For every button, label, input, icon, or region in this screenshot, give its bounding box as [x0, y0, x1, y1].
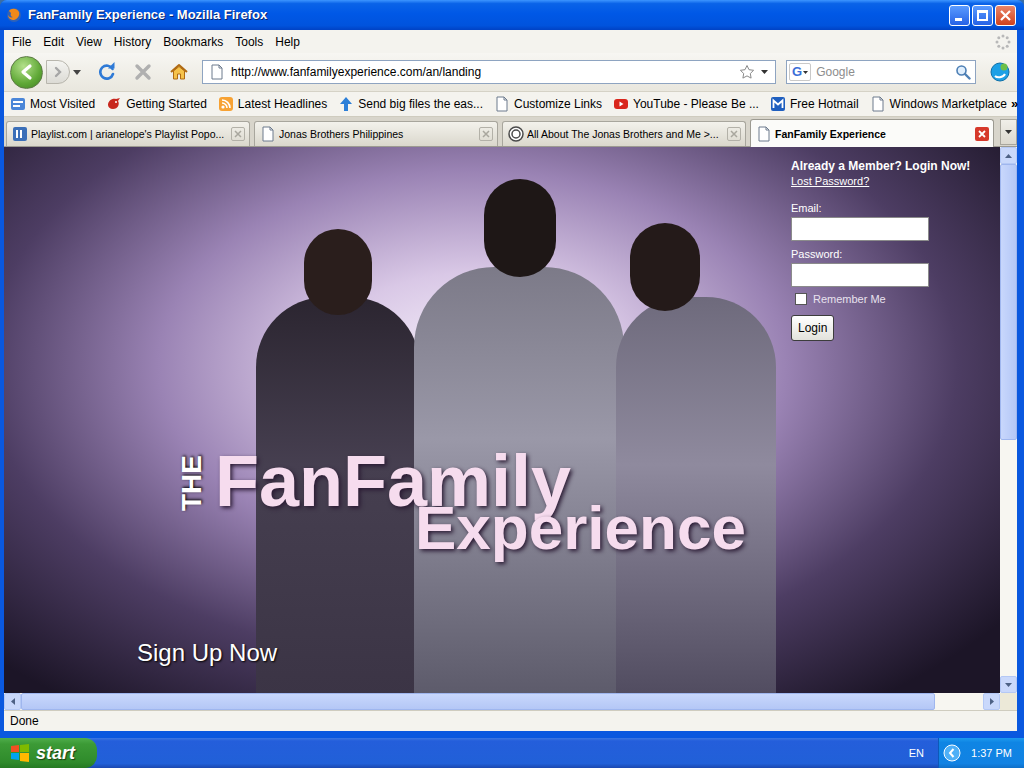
- browser-window: FanFamily Experience - Mozilla Firefox F…: [0, 0, 1024, 738]
- maximize-button[interactable]: [972, 5, 993, 26]
- taskbar: start EN 1:37 PM: [0, 738, 1024, 768]
- menu-item[interactable]: Bookmarks: [157, 33, 229, 51]
- bookmark-icon: [770, 96, 786, 112]
- bookmark-item[interactable]: YouTube - Please Be ...: [609, 94, 763, 114]
- url-input[interactable]: [231, 63, 739, 81]
- vertical-scrollbar[interactable]: [1000, 147, 1017, 693]
- page-icon: [209, 64, 225, 80]
- tab-favicon-icon: [12, 126, 28, 142]
- person-figure: [616, 297, 776, 693]
- logo-subtitle: Experience: [415, 497, 746, 559]
- remember-label[interactable]: Remember Me: [813, 292, 886, 306]
- login-heading: Already a Member? Login Now!: [791, 159, 991, 174]
- bookmark-star-icon[interactable]: [739, 64, 755, 80]
- bookmark-item[interactable]: Getting Started: [102, 94, 211, 114]
- tab-favicon-icon: [260, 126, 276, 142]
- firefox-icon: [6, 7, 22, 23]
- windows-logo-icon: [10, 743, 30, 763]
- tab-close-icon[interactable]: [479, 127, 493, 141]
- bookmark-icon: [613, 96, 629, 112]
- lost-password-link[interactable]: Lost Password?: [791, 174, 991, 188]
- close-button[interactable]: [995, 5, 1016, 26]
- bookmarks-toolbar: Most VisitedGetting StartedLatest Headli…: [4, 92, 1017, 117]
- stop-icon[interactable]: [133, 62, 153, 82]
- signup-link[interactable]: Sign Up Now: [137, 639, 277, 667]
- tab[interactable]: Jonas Brothers Philippines: [254, 121, 498, 146]
- password-input[interactable]: [791, 263, 929, 287]
- reload-icon[interactable]: [97, 62, 117, 82]
- tab-favicon-icon: [756, 126, 772, 142]
- bookmark-icon: [106, 96, 122, 112]
- tab-close-icon[interactable]: [975, 127, 989, 141]
- scroll-down-button[interactable]: [1000, 676, 1017, 693]
- bookmark-icon: [10, 96, 26, 112]
- bookmark-item[interactable]: Most Visited: [6, 94, 99, 114]
- clock[interactable]: 1:37 PM: [971, 746, 1012, 760]
- menu-item[interactable]: Edit: [37, 33, 70, 51]
- minimize-button[interactable]: [949, 5, 970, 26]
- tab-list-button[interactable]: [1000, 119, 1017, 145]
- scroll-right-button[interactable]: [983, 693, 1000, 710]
- throbber-icon: [995, 34, 1011, 50]
- horizontal-scroll-thumb[interactable]: [21, 693, 935, 710]
- horizontal-scrollbar[interactable]: [4, 693, 1017, 710]
- remember-checkbox[interactable]: [795, 293, 807, 305]
- url-dropdown-icon[interactable]: [761, 70, 771, 74]
- tab-favicon-icon: [508, 126, 524, 142]
- vertical-scroll-thumb[interactable]: [1000, 164, 1017, 440]
- bookmark-icon: [870, 96, 886, 112]
- tab-close-icon[interactable]: [231, 127, 245, 141]
- bookmark-item[interactable]: Windows Marketplace: [866, 94, 1011, 114]
- navigation-toolbar: G: [4, 53, 1017, 92]
- bookmark-item[interactable]: Send big files the eas...: [334, 94, 487, 114]
- history-dropdown-icon[interactable]: [73, 67, 83, 77]
- home-icon[interactable]: [169, 62, 189, 82]
- tab[interactable]: Playlist.com | arianelope's Playlist Pop…: [6, 121, 250, 146]
- title-bar[interactable]: FanFamily Experience - Mozilla Firefox: [0, 0, 1024, 30]
- menu-item[interactable]: View: [70, 33, 108, 51]
- login-button[interactable]: Login: [791, 315, 834, 341]
- bookmark-item[interactable]: Customize Links: [490, 94, 606, 114]
- menu-item[interactable]: Help: [269, 33, 306, 51]
- menu-item[interactable]: File: [6, 33, 37, 51]
- start-button[interactable]: start: [0, 738, 97, 768]
- url-bar[interactable]: [202, 60, 776, 84]
- language-indicator[interactable]: EN: [909, 746, 924, 760]
- forward-button[interactable]: [46, 60, 70, 84]
- search-magnifier-icon[interactable]: [955, 64, 971, 80]
- tab-bar: Playlist.com | arianelope's Playlist Pop…: [4, 117, 1017, 147]
- status-text: Done: [10, 713, 39, 729]
- bookmark-icon: [218, 96, 234, 112]
- tab[interactable]: FanFamily Experience: [750, 119, 994, 147]
- web-page: THE FanFamily Experience Sign Up Now Alr…: [4, 147, 1000, 693]
- search-input[interactable]: [816, 63, 955, 81]
- tab-close-icon[interactable]: [727, 127, 741, 141]
- search-engine-button[interactable]: G: [789, 63, 811, 81]
- email-input[interactable]: [791, 217, 929, 241]
- addon-icon[interactable]: [989, 61, 1011, 83]
- bookmark-icon: [338, 96, 354, 112]
- back-button[interactable]: [10, 56, 43, 89]
- scroll-left-button[interactable]: [4, 693, 21, 710]
- bookmark-item[interactable]: Latest Headlines: [214, 94, 331, 114]
- menu-item[interactable]: History: [108, 33, 157, 51]
- window-title: FanFamily Experience - Mozilla Firefox: [28, 5, 267, 25]
- logo-prefix: THE: [178, 455, 206, 511]
- menu-bar: FileEditViewHistoryBookmarksToolsHelp: [4, 30, 1017, 53]
- scroll-up-button[interactable]: [1000, 147, 1017, 164]
- menu-item[interactable]: Tools: [229, 33, 269, 51]
- system-tray: 1:37 PM: [938, 738, 1024, 768]
- password-label: Password:: [791, 247, 991, 261]
- email-label: Email:: [791, 201, 991, 215]
- bookmarks-overflow-button[interactable]: »: [1011, 96, 1018, 112]
- login-panel: Already a Member? Login Now! Lost Passwo…: [791, 159, 991, 341]
- search-bar[interactable]: G: [786, 60, 976, 84]
- tab[interactable]: All About The Jonas Brothers and Me >...: [502, 121, 746, 146]
- status-bar: Done: [4, 710, 1017, 731]
- bookmark-item[interactable]: Free Hotmail: [766, 94, 863, 114]
- bookmark-icon: [494, 96, 510, 112]
- show-hidden-icons-icon[interactable]: [943, 744, 961, 762]
